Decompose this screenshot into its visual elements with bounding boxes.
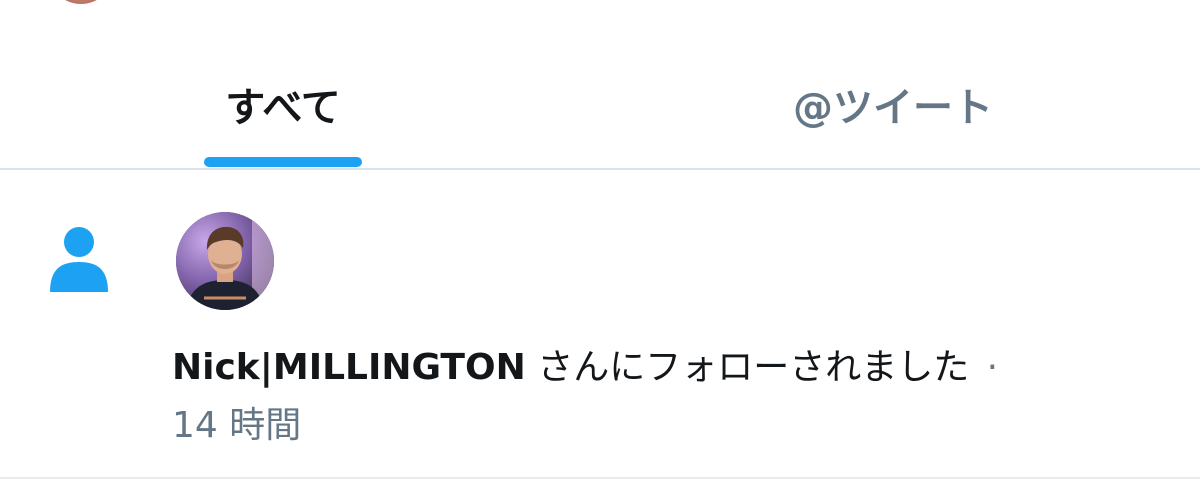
notification-action-text: さんにフォローされました [537,347,970,388]
active-tab-indicator [204,157,362,167]
notification-message: Nick|MILLINGTON さんにフォローされました · [172,342,1162,394]
tab-mentions-label: @ツイート [793,85,993,131]
notification-tabs: すべて @ツイート [0,40,1200,170]
profile-avatar[interactable] [48,0,114,4]
user-name[interactable]: Nick|MILLINGTON [172,347,526,388]
tab-mentions[interactable]: @ツイート [628,40,1158,168]
tab-all-label: すべて [225,85,341,131]
user-avatar[interactable] [176,212,274,310]
person-icon [50,227,108,292]
avatar-photo [176,212,274,310]
notification-timestamp: 14 時間 [172,405,302,446]
notification-item-follow[interactable]: Nick|MILLINGTON さんにフォローされました · 14 時間 [0,172,1200,479]
separator-dot: · [986,347,999,388]
tab-all[interactable]: すべて [150,40,416,168]
notifications-page: すべて @ツイート Nick|MILLINGTON さんにフォローされました ·… [0,0,1200,496]
